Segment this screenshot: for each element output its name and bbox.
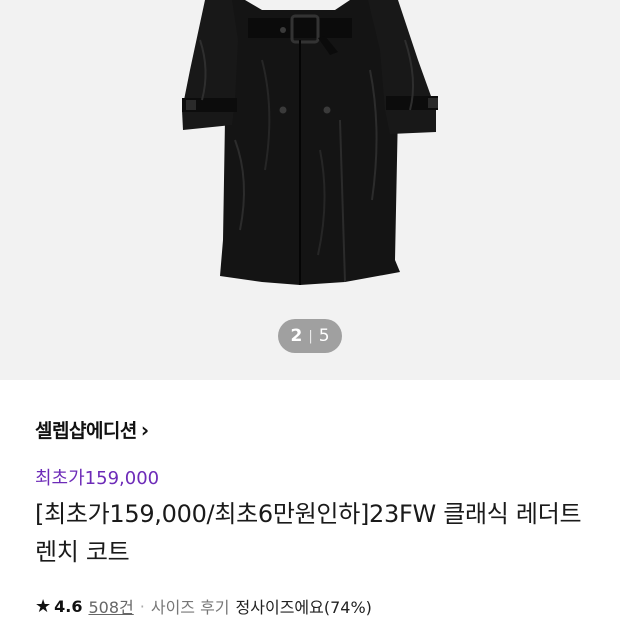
rating-score: 4.6: [54, 596, 83, 616]
total-pages: 5: [318, 326, 330, 346]
product-title: [최초가159,000/최초6만원인하]23FW 클래식 레더트렌치 코트: [35, 500, 582, 566]
review-count-link[interactable]: 508건: [88, 594, 133, 618]
brand-link[interactable]: 셀렙샵에디션 ›: [35, 416, 149, 443]
promo-price: 최초가159,000: [35, 468, 160, 489]
star-icon: ★: [35, 595, 52, 617]
image-page-indicator: 2 | 5: [278, 319, 342, 353]
product-info: 셀렙샵에디션 › 최초가159,000 [최초가159,000/최초6만원인하]…: [0, 380, 620, 620]
separator-dot: ·: [139, 596, 145, 616]
page-separator: |: [308, 328, 313, 344]
chevron-right-icon: ›: [140, 417, 149, 442]
product-image-gallery[interactable]: 2 | 5: [0, 0, 620, 380]
brand-name: 셀렙샵에디션: [35, 420, 137, 442]
rating-row: ★ 4.6 508건 · 사이즈 후기 정사이즈에요(74%): [35, 594, 372, 618]
current-page: 2: [290, 326, 303, 346]
size-review-value: 정사이즈에요(74%): [235, 598, 372, 617]
size-review-label: 사이즈 후기: [150, 598, 230, 617]
